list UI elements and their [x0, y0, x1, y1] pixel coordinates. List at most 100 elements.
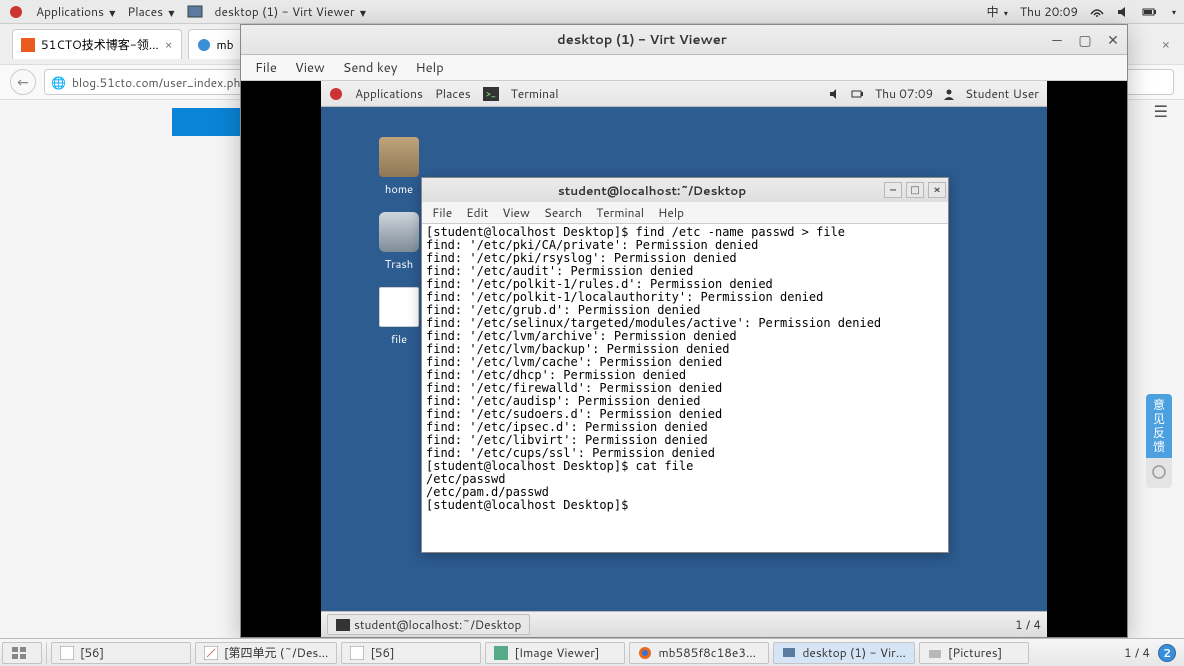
terminal-menu-terminal[interactable]: Terminal — [596, 204, 644, 221]
host-menu-places[interactable]: Places ▼ — [127, 3, 174, 20]
guest-taskbar: student@localhost:~/Desktop 1 / 4 — [321, 611, 1047, 637]
terminal-menubar: File Edit View Search Terminal Help — [422, 202, 948, 224]
taskbar-show-desktop[interactable] — [2, 642, 42, 664]
icon-label: Trash — [369, 256, 429, 272]
virt-menubar: File View Send key Help — [241, 55, 1127, 81]
guest-user-label[interactable]: Student User — [965, 85, 1039, 102]
guest-running-app[interactable]: Terminal — [511, 85, 559, 102]
guest-screen[interactable]: Applications Places >_ Terminal Thu 07:0… — [321, 81, 1047, 637]
host-app-icon — [8, 4, 24, 20]
terminal-menu-edit[interactable]: Edit — [466, 204, 488, 221]
guest-desktop[interactable]: home Trash file student@localhost:~/Desk… — [321, 107, 1047, 611]
guest-battery-icon[interactable] — [851, 88, 865, 100]
host-menu-applications[interactable]: Applications ▼ — [36, 3, 115, 20]
url-text: blog.51cto.com/user_index.php?a — [72, 74, 260, 91]
taskbar-item-6-active[interactable]: desktop (1) - Vir… — [773, 642, 915, 664]
host-taskbar: [56] [第四单元 (~/Des… [56] [Image Viewer] m… — [0, 638, 1184, 666]
terminal-window: student@localhost:~/Desktop – □ × File E… — [421, 177, 949, 553]
guest-workspace-indicator[interactable]: 1 / 4 — [1015, 616, 1041, 633]
desktop-icon-home[interactable]: home — [369, 137, 429, 197]
taskbar-item-5[interactable]: mb585f8c18e3… — [629, 642, 769, 664]
taskbar-item-7[interactable]: [Pictures] — [919, 642, 1029, 664]
file-icon — [379, 287, 419, 327]
terminal-icon: >_ — [483, 87, 499, 101]
icon-label: file — [369, 331, 429, 347]
tab-favicon-2 — [197, 38, 211, 52]
taskbar-entry-label: student@localhost:~/Desktop — [354, 616, 521, 633]
volume-icon[interactable] — [1116, 5, 1130, 19]
virt-menu-help[interactable]: Help — [415, 59, 443, 77]
virt-menu-sendkey[interactable]: Send key — [343, 59, 398, 77]
terminal-titlebar[interactable]: student@localhost:~/Desktop – □ × — [422, 178, 948, 202]
taskbar-label: [Pictures] — [948, 644, 1002, 661]
gedit-icon — [204, 646, 218, 660]
guest-app-icon — [329, 87, 343, 101]
guest-clock[interactable]: Thu 07:09 — [875, 85, 933, 102]
host-running-app[interactable]: desktop (1) - Virt Viewer ▼ — [215, 3, 366, 20]
notification-badge[interactable]: 2 — [1158, 644, 1176, 662]
guest-volume-icon[interactable] — [829, 88, 841, 100]
desktop-icon-trash[interactable]: Trash — [369, 212, 429, 272]
feedback-chat-icon[interactable] — [1146, 458, 1172, 488]
background-tab-close-icon[interactable]: × — [1162, 36, 1170, 54]
virt-title: desktop (1) - Virt Viewer — [241, 31, 1043, 49]
browser-tab-2[interactable]: mb — [188, 29, 243, 59]
taskbar-item-2[interactable]: [第四单元 (~/Des… — [195, 642, 337, 664]
host-clock[interactable]: Thu 20:09 — [1020, 3, 1078, 20]
window-maximize-button[interactable]: ▢ — [1075, 30, 1095, 50]
taskbar-item-1[interactable]: [56] — [51, 642, 191, 664]
tab-label: 51CTO技术博客-领… — [41, 36, 159, 53]
host-running-app-icon — [187, 4, 203, 20]
taskbar-label: [56] — [80, 644, 104, 661]
host-ime-indicator[interactable]: 中 ▾ — [987, 3, 1008, 20]
host-system-menu[interactable]: ▾ — [1172, 6, 1176, 18]
image-viewer-icon — [494, 646, 508, 660]
guest-menu-applications[interactable]: Applications — [355, 85, 423, 102]
terminal-close-button[interactable]: × — [928, 182, 946, 198]
virt-menu-view[interactable]: View — [295, 59, 325, 77]
terminal-output[interactable]: [student@localhost Desktop]$ find /etc -… — [422, 224, 948, 552]
terminal-icon — [336, 619, 350, 631]
virt-titlebar[interactable]: desktop (1) - Virt Viewer — ▢ ✕ — [241, 25, 1127, 55]
folder-icon — [379, 137, 419, 177]
host-workspace-indicator[interactable]: 1 / 4 — [1124, 644, 1150, 661]
taskbar-label: [Image Viewer] — [514, 644, 599, 661]
virt-viewer-icon — [782, 646, 796, 660]
terminal-menu-file[interactable]: File — [432, 204, 452, 221]
virt-menu-file[interactable]: File — [255, 59, 277, 77]
gedit-icon — [350, 646, 364, 660]
browser-tab-1[interactable]: 51CTO技术博客-领… × — [12, 29, 182, 59]
close-icon[interactable]: × — [165, 36, 173, 53]
back-button[interactable]: ← — [10, 69, 36, 95]
guest-taskbar-entry[interactable]: student@localhost:~/Desktop — [327, 614, 530, 635]
svg-text:>_: >_ — [486, 87, 496, 100]
hamburger-icon[interactable]: ☰ — [1154, 100, 1168, 123]
window-close-button[interactable]: ✕ — [1103, 30, 1123, 50]
terminal-title: student@localhost:~/Desktop — [422, 182, 882, 199]
page-panel-fragment — [172, 108, 242, 136]
icon-label: home — [369, 181, 429, 197]
tab-favicon-1 — [21, 38, 35, 52]
desktop-icon-file[interactable]: file — [369, 287, 429, 347]
terminal-menu-search[interactable]: Search — [544, 204, 582, 221]
folder-icon — [928, 646, 942, 660]
terminal-menu-help[interactable]: Help — [658, 204, 684, 221]
terminal-maximize-button[interactable]: □ — [906, 182, 924, 198]
taskbar-item-3[interactable]: [56] — [341, 642, 481, 664]
wifi-icon[interactable] — [1090, 5, 1104, 19]
trash-icon — [379, 212, 419, 252]
feedback-widget[interactable]: 意见 反馈 — [1146, 394, 1172, 488]
battery-icon[interactable] — [1142, 5, 1158, 19]
terminal-menu-view[interactable]: View — [502, 204, 530, 221]
virt-viewer-window: desktop (1) - Virt Viewer — ▢ ✕ File Vie… — [240, 24, 1128, 638]
taskbar-label: [第四单元 (~/Des… — [224, 644, 328, 661]
terminal-minimize-button[interactable]: – — [884, 182, 902, 198]
taskbar-label: mb585f8c18e3… — [658, 644, 756, 661]
host-top-bar: Applications ▼ Places ▼ desktop (1) - Vi… — [0, 0, 1184, 24]
feedback-label: 意见 反馈 — [1146, 394, 1172, 458]
gedit-icon — [60, 646, 74, 660]
taskbar-label: desktop (1) - Vir… — [802, 644, 906, 661]
guest-menu-places[interactable]: Places — [435, 85, 471, 102]
window-minimize-button[interactable]: — — [1047, 30, 1067, 50]
taskbar-item-4[interactable]: [Image Viewer] — [485, 642, 625, 664]
